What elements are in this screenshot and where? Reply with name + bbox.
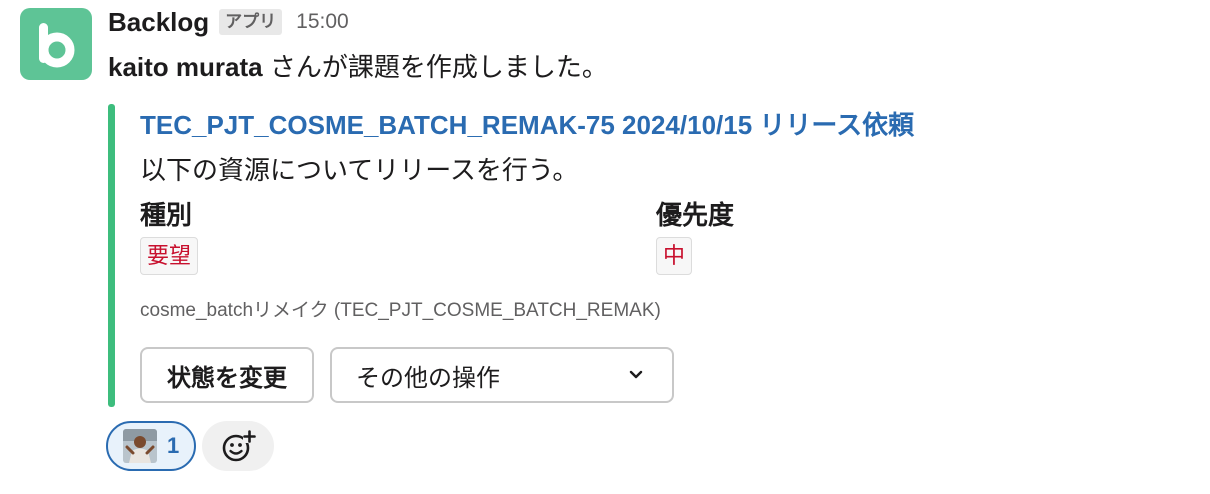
other-operations-label: その他の操作 — [356, 364, 500, 392]
backlog-logo-icon — [39, 23, 75, 68]
add-reaction-icon — [222, 430, 256, 462]
field-value-priority: 中 — [656, 237, 693, 275]
issue-title-link[interactable]: TEC_PJT_COSME_BATCH_REMAK-75 2024/10/15 … — [140, 108, 914, 142]
field-label-priority: 優先度 — [656, 200, 735, 230]
message-header: Backlog アプリ 15:00 — [108, 6, 349, 38]
field-label-type: 種別 — [140, 200, 193, 230]
change-status-button[interactable]: 状態を変更 — [140, 347, 314, 403]
timestamp[interactable]: 15:00 — [296, 10, 349, 34]
reaction-avatar — [123, 429, 157, 463]
project-footer: cosme_batchリメイク (TEC_PJT_COSME_BATCH_REM… — [140, 300, 661, 321]
add-reaction-button[interactable] — [202, 421, 274, 471]
reaction-pill[interactable]: 1 — [106, 421, 196, 471]
issue-description: 以下の資源についてリリースを行う。 — [140, 155, 579, 185]
reaction-count: 1 — [167, 433, 180, 458]
actor-name: kaito murata — [108, 52, 263, 82]
other-operations-select[interactable]: その他の操作 — [330, 347, 674, 403]
sender-name[interactable]: Backlog — [108, 7, 209, 38]
message-text: kaito murata さんが課題を作成しました。 — [108, 50, 608, 84]
app-avatar-icon[interactable] — [20, 8, 92, 80]
app-badge: アプリ — [219, 9, 283, 35]
message-body: さんが課題を作成しました。 — [262, 52, 608, 82]
attachment-accent-bar — [108, 104, 115, 407]
field-value-type: 要望 — [140, 237, 199, 275]
chevron-down-icon — [629, 370, 643, 379]
reaction-avatar-image — [123, 429, 157, 463]
